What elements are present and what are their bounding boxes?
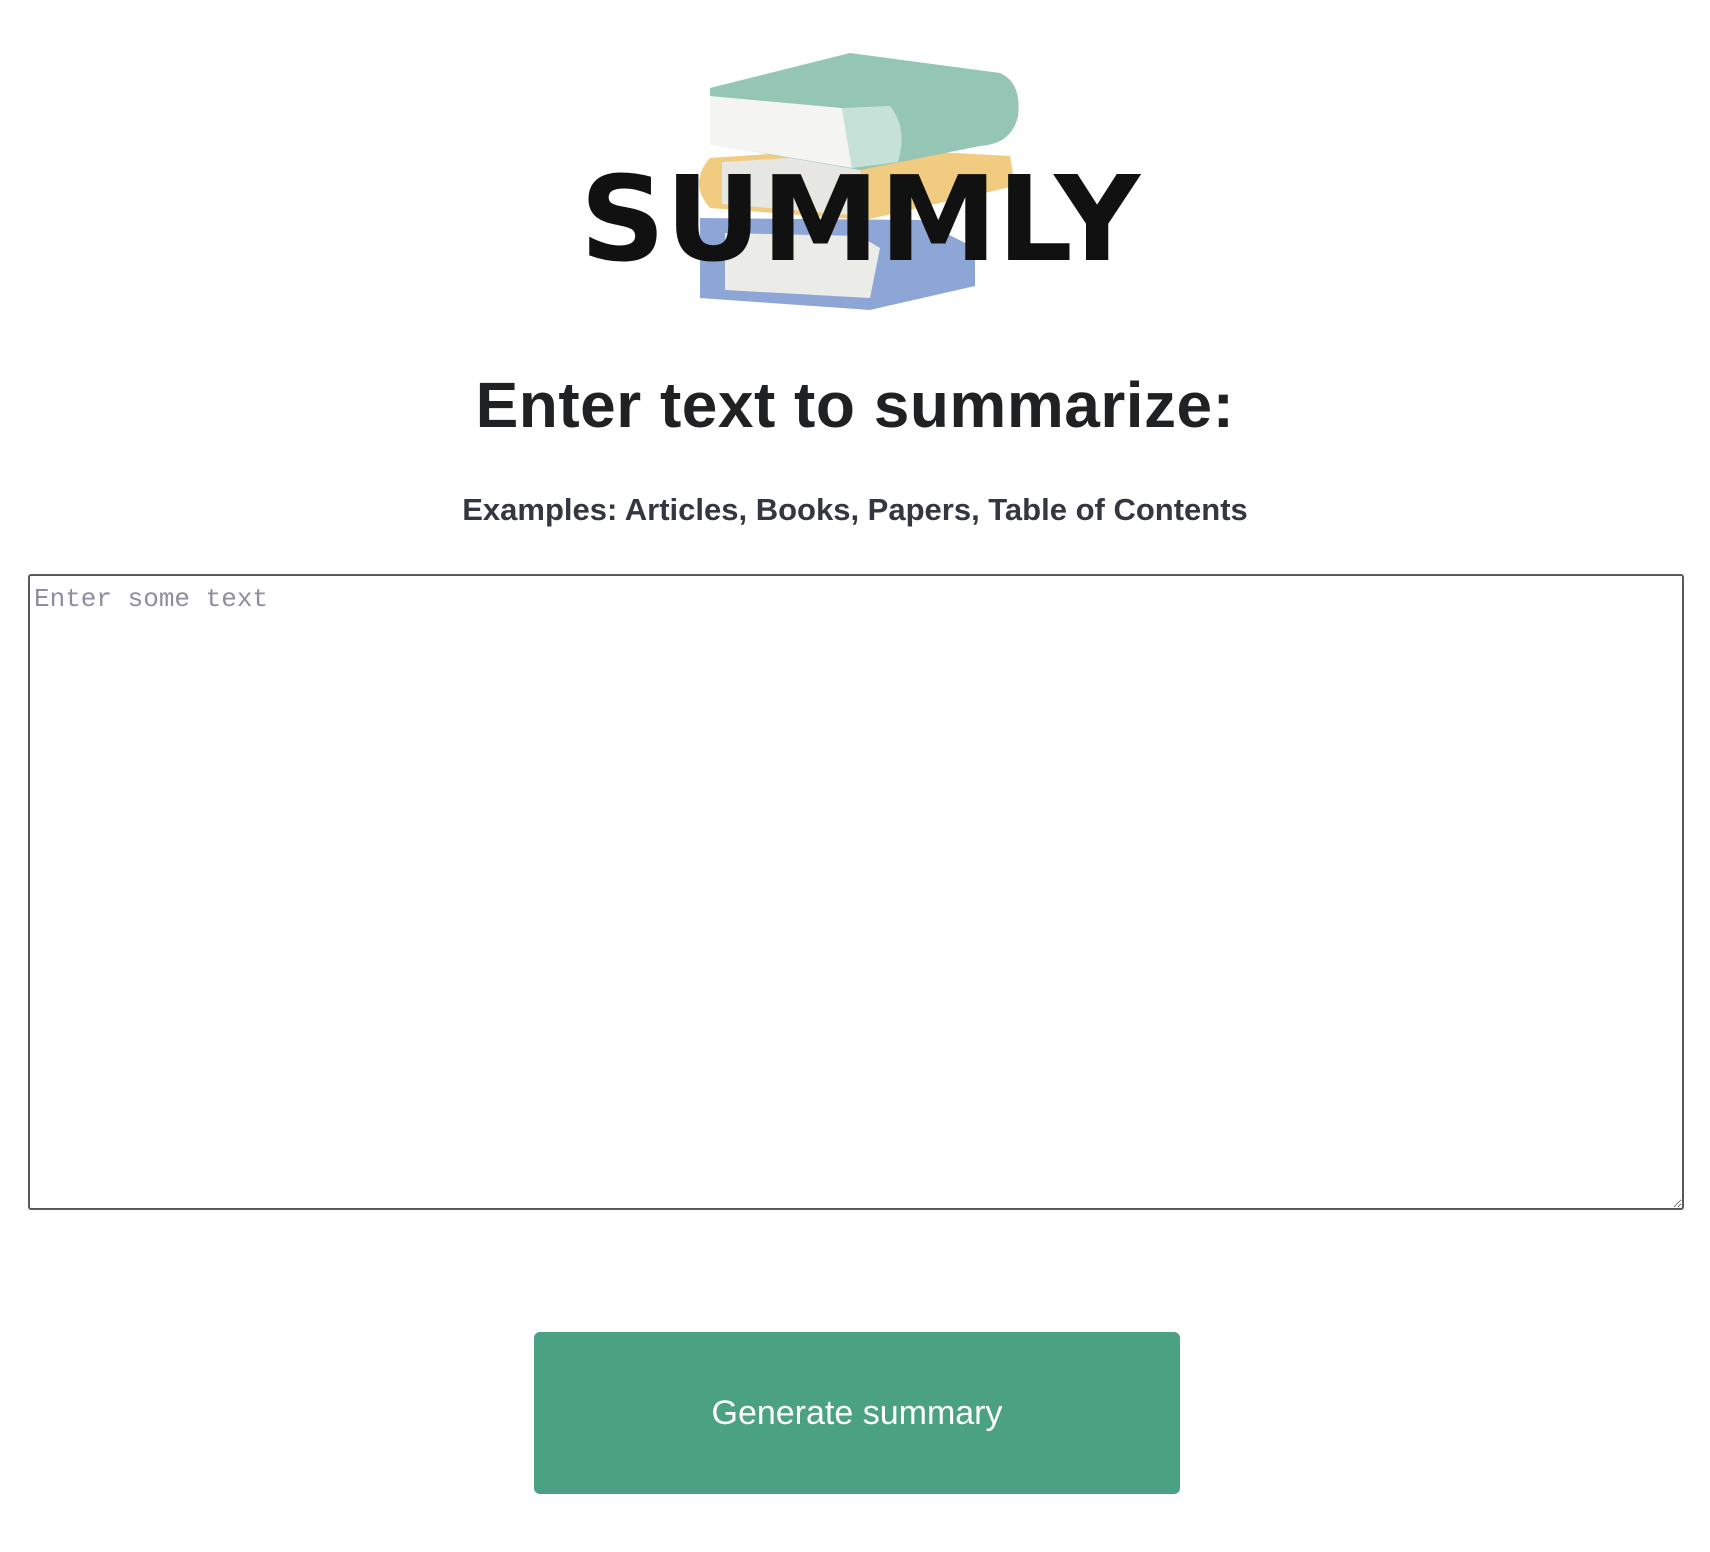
app-logo: SUMMLY <box>560 48 1160 338</box>
logo-wordmark: SUMMLY <box>580 150 1142 288</box>
page-title: Enter text to summarize: <box>475 369 1235 441</box>
generate-summary-button[interactable]: Generate summary <box>534 1332 1180 1494</box>
examples-subtitle: Examples: Articles, Books, Papers, Table… <box>462 492 1248 527</box>
books-stack-icon: SUMMLY <box>580 53 1142 310</box>
text-input[interactable] <box>28 574 1684 1210</box>
